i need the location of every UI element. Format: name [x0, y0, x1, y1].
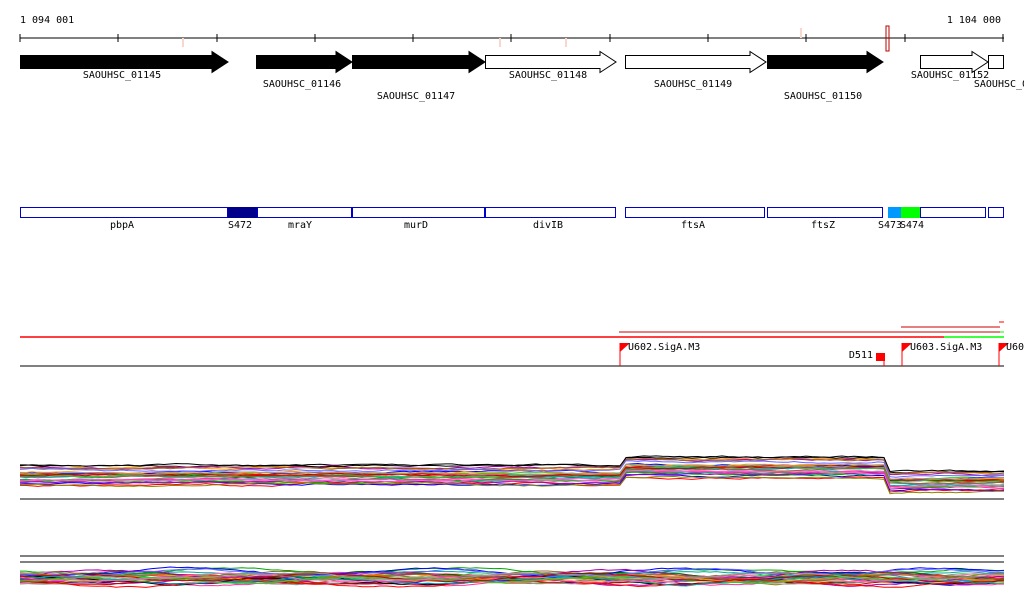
gene-arrow[interactable] — [352, 50, 486, 74]
feature-label: S472 — [228, 220, 252, 231]
expression-track-1 — [19, 455, 1005, 500]
gene-saouhsc_01150[interactable]: SAOUHSC_01150 — [767, 50, 884, 103]
gene-saouhsc_01149[interactable]: SAOUHSC_01149 — [625, 50, 767, 91]
feature-pbpa[interactable]: pbpA — [20, 207, 228, 232]
gene-label: SAOUHSC_01146 — [263, 79, 341, 90]
regulatory-u603.siga.m3[interactable]: U603.SigA.M3 — [901, 342, 982, 366]
feature-label: murD — [404, 220, 428, 231]
gene-label: SAOUHSC_01149 — [654, 79, 732, 90]
regulatory-u60[interactable]: U60 — [998, 342, 1024, 366]
gene-saouhsc_01146[interactable]: SAOUHSC_01146 — [256, 50, 353, 91]
gene-arrow[interactable] — [256, 50, 353, 74]
gene-label: SAOUHSC_01150 — [784, 91, 862, 102]
ruler-start-label: 1 094 001 — [20, 15, 74, 26]
regulatory-label: U603.SigA.M3 — [910, 342, 982, 353]
gene-label: SAOUHSC_01148 — [509, 70, 587, 81]
feature-label: S473 — [878, 220, 902, 231]
gene-label: SAOUHSC_01145 — [83, 70, 161, 81]
feature-label: ftsA — [681, 220, 705, 231]
regulatory-label: U60 — [1006, 342, 1024, 353]
genome-browser[interactable]: 1 094 001 1 104 000 SAOUHSC_01145SAOUHSC… — [0, 0, 1024, 611]
feature-mray[interactable]: mraY — [257, 207, 352, 232]
feature-unnamed[interactable] — [988, 207, 1004, 218]
gene-saouhsc_01152[interactable]: SAOUHSC_01152 — [911, 50, 989, 82]
gene-label: SAOUHSC_01147 — [377, 91, 455, 102]
feature-label: S474 — [900, 220, 924, 231]
gene-saouhsc_01145[interactable]: SAOUHSC_01145 — [20, 50, 229, 82]
feature-ftsz[interactable]: ftsZ — [767, 207, 883, 232]
feature-unnamed[interactable] — [920, 207, 986, 218]
regulatory-d511[interactable]: D511 — [849, 350, 885, 366]
ruler-end-label: 1 104 000 — [947, 15, 1001, 26]
feature-track: pbpA S472 mraY murD divIB ftsA ftsZ S473S474 — [20, 207, 1004, 232]
regulatory-u602.siga.m3[interactable]: U602.SigA.M3 — [619, 342, 700, 366]
expression-track-2 — [19, 555, 1005, 588]
feature-ftsa[interactable]: ftsA — [625, 207, 765, 232]
feature-label: mraY — [288, 220, 312, 231]
gene-arrow[interactable] — [767, 50, 884, 74]
feature-label: pbpA — [110, 220, 134, 231]
gene-label: SAOUHSC_0115 — [974, 79, 1024, 90]
feature-label: ftsZ — [811, 220, 835, 231]
feature-s472[interactable]: S472 — [228, 207, 257, 232]
feature-divib[interactable]: divIB — [485, 207, 616, 232]
gene-saouhsc_01148[interactable]: SAOUHSC_01148 — [485, 50, 617, 82]
gene-saouhsc_01147[interactable]: SAOUHSC_01147 — [352, 50, 486, 103]
ruler: 1 094 001 1 104 000 — [19, 15, 1004, 52]
gene-track: SAOUHSC_01145 SAOUHSC_01146 SAOUHSC_01147 S… — [20, 50, 1024, 103]
regulatory-label: D511 — [849, 350, 873, 361]
feature-murd[interactable]: murD — [352, 207, 485, 232]
regulatory-track: U602.SigA.M3 D511 U603.SigA.M3 U60 — [20, 321, 1024, 367]
regulatory-label: U602.SigA.M3 — [628, 342, 700, 353]
feature-label: divIB — [533, 220, 563, 231]
gene-arrow[interactable] — [625, 50, 767, 74]
